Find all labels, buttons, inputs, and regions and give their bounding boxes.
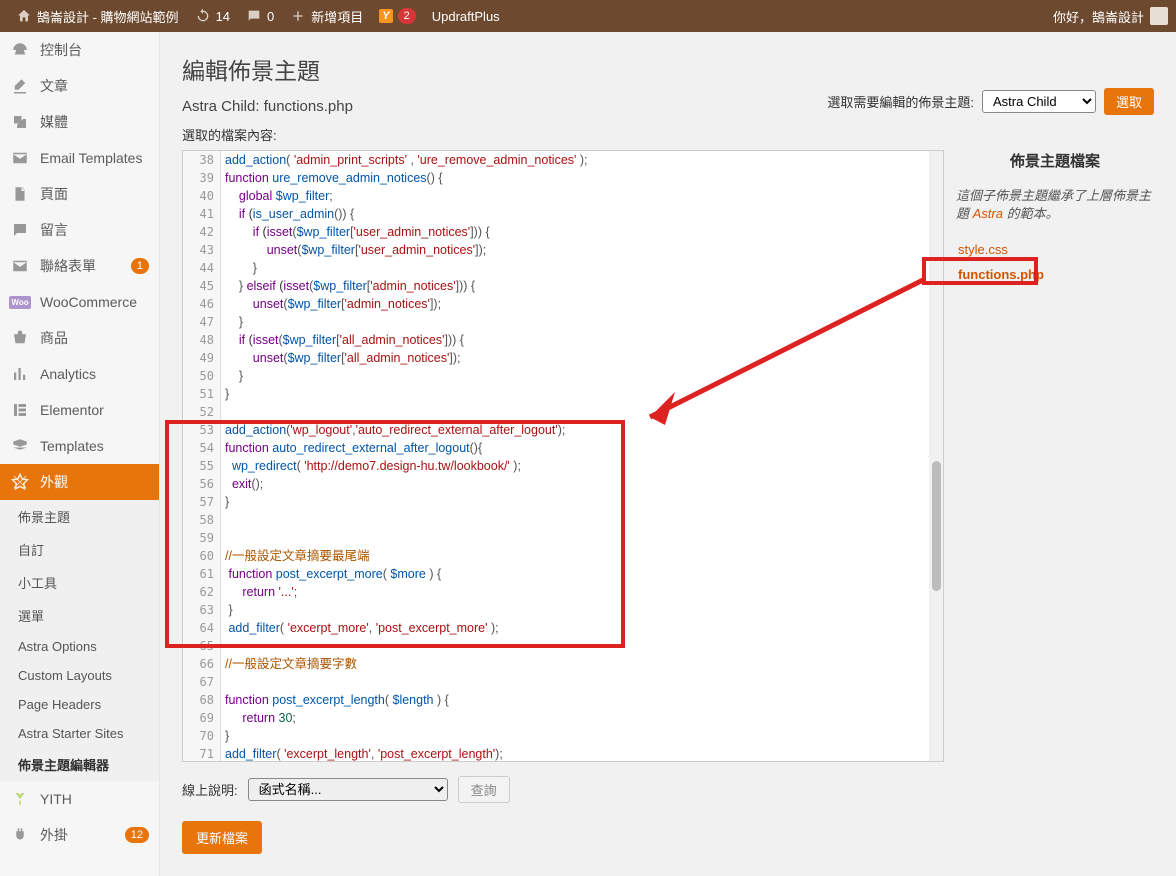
update-file-button[interactable]: 更新檔案 bbox=[182, 821, 262, 854]
menu-icon bbox=[10, 436, 30, 456]
menu-badge: 12 bbox=[125, 827, 149, 843]
menu-Templates[interactable]: Templates bbox=[0, 428, 159, 464]
submenu-佈景主題編輯器[interactable]: 佈景主題編輯器 bbox=[0, 748, 159, 781]
submenu-Page Headers[interactable]: Page Headers bbox=[0, 690, 159, 719]
menu-icon: Woo bbox=[10, 292, 30, 312]
menu-外觀[interactable]: 外觀 bbox=[0, 464, 159, 500]
files-panel: 佈景主題檔案 這個子佈景主題繼承了上層佈景主題 Astra 的範本。 style… bbox=[944, 150, 1154, 762]
menu-label: 商品 bbox=[40, 328, 68, 348]
file-functions.php[interactable]: functions.php bbox=[956, 262, 1154, 287]
files-desc: 這個子佈景主題繼承了上層佈景主題 Astra 的範本。 bbox=[956, 187, 1154, 223]
menu-WooCommerce[interactable]: Woo WooCommerce bbox=[0, 284, 159, 320]
scrollbar[interactable] bbox=[929, 151, 943, 761]
menu-label: Email Templates bbox=[40, 150, 142, 166]
updates-link[interactable]: 14 bbox=[187, 0, 238, 32]
menu-label: Templates bbox=[40, 438, 104, 454]
submenu-佈景主題[interactable]: 佈景主題 bbox=[0, 500, 159, 533]
menu-label: 文章 bbox=[40, 76, 68, 96]
menu-留言[interactable]: 留言 bbox=[0, 212, 159, 248]
menu-icon bbox=[10, 472, 30, 492]
menu-icon bbox=[10, 184, 30, 204]
submenu-小工具[interactable]: 小工具 bbox=[0, 566, 159, 599]
menu-label: 頁面 bbox=[40, 184, 68, 204]
comments-count: 0 bbox=[267, 9, 274, 24]
menu-icon bbox=[10, 825, 30, 845]
menu-icon bbox=[10, 76, 30, 96]
comments-link[interactable]: 0 bbox=[238, 0, 282, 32]
file-content-label: 選取的檔案內容: bbox=[182, 125, 1154, 144]
avatar[interactable] bbox=[1150, 7, 1168, 25]
menu-label: 外掛 bbox=[40, 825, 68, 845]
theme-select[interactable]: Astra Child bbox=[982, 90, 1096, 113]
new-link[interactable]: 新增項目 bbox=[282, 0, 371, 32]
help-select[interactable]: 函式名稱... bbox=[248, 778, 448, 801]
updraft-label: UpdraftPlus bbox=[432, 9, 500, 24]
menu-label: 控制台 bbox=[40, 40, 82, 60]
scrollbar-thumb[interactable] bbox=[932, 461, 941, 591]
menu-頁面[interactable]: 頁面 bbox=[0, 176, 159, 212]
submenu-選單[interactable]: 選單 bbox=[0, 599, 159, 632]
menu-icon bbox=[10, 256, 30, 276]
yoast-icon: Y bbox=[379, 9, 392, 23]
greeting[interactable]: 你好，鵠崙設計 bbox=[1053, 7, 1144, 26]
line-gutter: 38 39 40 41 42 43 44 45 46 47 48 49 50 5… bbox=[183, 151, 221, 761]
menu-label: YITH bbox=[40, 791, 72, 807]
new-label: 新增項目 bbox=[311, 7, 363, 26]
menu-媒體[interactable]: 媒體 bbox=[0, 104, 159, 140]
menu-label: WooCommerce bbox=[40, 294, 137, 310]
admin-sidebar: 控制台文章媒體 Email Templates 頁面留言聯絡表單 1 Woo WooCom… bbox=[0, 32, 160, 876]
menu-label: Elementor bbox=[40, 402, 104, 418]
code-editor[interactable]: 38 39 40 41 42 43 44 45 46 47 48 49 50 5… bbox=[182, 150, 944, 762]
menu-商品[interactable]: 商品 bbox=[0, 320, 159, 356]
yoast-link[interactable]: Y 2 bbox=[371, 0, 423, 32]
file-style.css[interactable]: style.css bbox=[956, 237, 1154, 262]
menu-label: 留言 bbox=[40, 220, 68, 240]
menu-icon bbox=[10, 220, 30, 240]
code-content[interactable]: add_action( 'admin_print_scripts' , 'ure… bbox=[221, 151, 929, 761]
menu-label: Analytics bbox=[40, 366, 96, 382]
menu-icon bbox=[10, 789, 30, 809]
site-name: 鵠崙設計 - 購物網站範例 bbox=[37, 7, 179, 26]
menu-icon bbox=[10, 328, 30, 348]
updraft-link[interactable]: UpdraftPlus bbox=[424, 0, 508, 32]
menu-label: 媒體 bbox=[40, 112, 68, 132]
theme-select-label: 選取需要編輯的佈景主題: bbox=[827, 92, 974, 111]
menu-控制台[interactable]: 控制台 bbox=[0, 32, 159, 68]
submenu-Custom Layouts[interactable]: Custom Layouts bbox=[0, 661, 159, 690]
home-icon bbox=[16, 8, 32, 24]
menu-label: 聯絡表單 bbox=[40, 256, 96, 276]
main-content: 編輯佈景主題 選取需要編輯的佈景主題: Astra Child 選取 Astra… bbox=[160, 32, 1176, 876]
submenu-Astra Options[interactable]: Astra Options bbox=[0, 632, 159, 661]
menu-icon bbox=[10, 364, 30, 384]
refresh-icon bbox=[195, 8, 211, 24]
parent-theme-link[interactable]: Astra bbox=[973, 206, 1003, 221]
menu-外掛[interactable]: 外掛 12 bbox=[0, 817, 159, 853]
menu-badge: 1 bbox=[131, 258, 149, 274]
page-title: 編輯佈景主題 bbox=[182, 52, 1154, 86]
help-button[interactable]: 查詢 bbox=[458, 776, 510, 803]
select-button[interactable]: 選取 bbox=[1104, 88, 1154, 115]
menu-icon bbox=[10, 400, 30, 420]
menu-Email Templates[interactable]: Email Templates bbox=[0, 140, 159, 176]
menu-icon bbox=[10, 112, 30, 132]
menu-Analytics[interactable]: Analytics bbox=[0, 356, 159, 392]
plus-icon bbox=[290, 8, 306, 24]
menu-icon bbox=[10, 148, 30, 168]
menu-icon bbox=[10, 40, 30, 60]
menu-label: 外觀 bbox=[40, 472, 68, 492]
menu-文章[interactable]: 文章 bbox=[0, 68, 159, 104]
comment-icon bbox=[246, 8, 262, 24]
menu-Elementor[interactable]: Elementor bbox=[0, 392, 159, 428]
menu-YITH[interactable]: YITH bbox=[0, 781, 159, 817]
yoast-count: 2 bbox=[398, 8, 416, 24]
help-label: 線上說明: bbox=[182, 780, 238, 799]
admin-bar: 鵠崙設計 - 購物網站範例 14 0 新增項目 Y 2 UpdraftPlus … bbox=[0, 0, 1176, 32]
menu-聯絡表單[interactable]: 聯絡表單 1 bbox=[0, 248, 159, 284]
updates-count: 14 bbox=[216, 9, 230, 24]
submenu-自訂[interactable]: 自訂 bbox=[0, 533, 159, 566]
files-title: 佈景主題檔案 bbox=[956, 150, 1154, 171]
submenu-Astra Starter Sites[interactable]: Astra Starter Sites bbox=[0, 719, 159, 748]
site-link[interactable]: 鵠崙設計 - 購物網站範例 bbox=[8, 0, 187, 32]
